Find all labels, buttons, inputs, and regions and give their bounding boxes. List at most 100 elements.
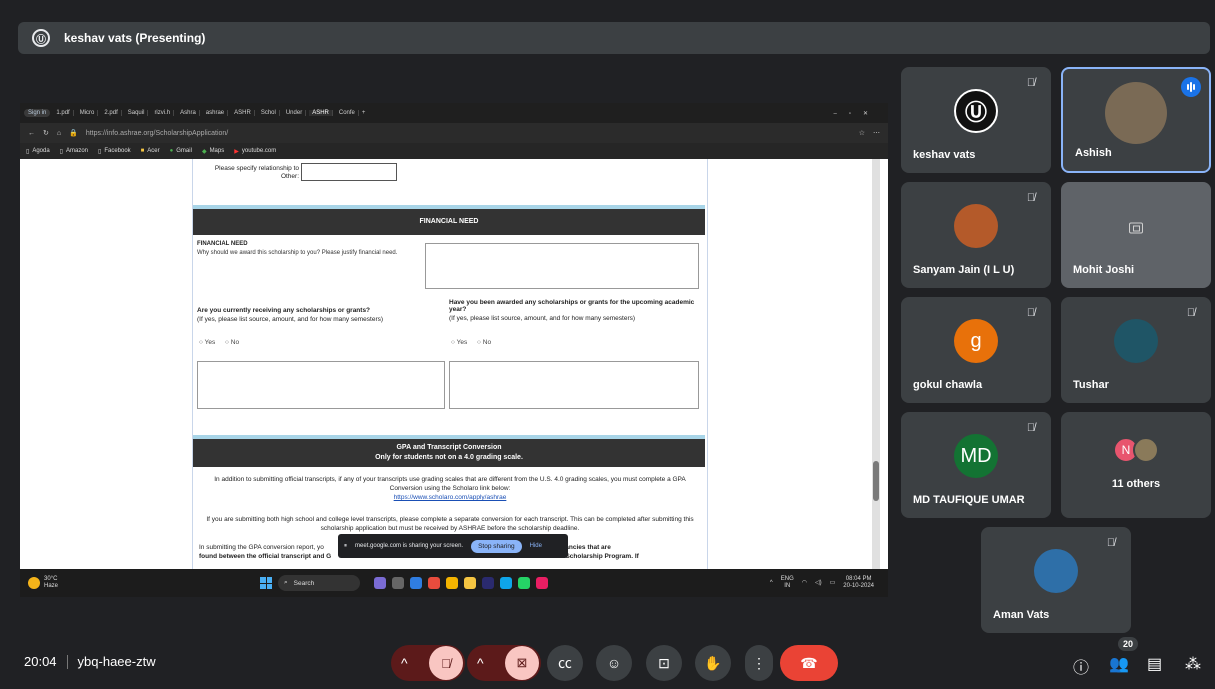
bookmark-item[interactable]: ◆ Maps bbox=[202, 148, 224, 155]
radio-yes[interactable]: ○ Yes bbox=[451, 339, 471, 346]
task-view-icon[interactable] bbox=[392, 577, 404, 589]
copilot-icon[interactable] bbox=[536, 577, 548, 589]
captions-button[interactable]: ㏄ bbox=[547, 645, 583, 681]
browser-tab[interactable]: Confe bbox=[336, 110, 359, 116]
camera-off-icon[interactable]: ⊠ bbox=[505, 646, 539, 680]
browser-tab[interactable]: rizvi.h bbox=[151, 110, 175, 116]
participant-avatar: Ⓤ bbox=[954, 89, 998, 133]
camera-control[interactable]: ^ ⊠ bbox=[467, 645, 541, 681]
presenter-label: keshav vats (Presenting) bbox=[64, 31, 206, 45]
new-tab-icon[interactable]: + bbox=[362, 110, 366, 116]
page-scrollbar[interactable] bbox=[872, 159, 880, 569]
bookmark-item[interactable]: ■ Acer bbox=[141, 148, 160, 154]
browser-tab[interactable]: ashrae bbox=[203, 110, 229, 116]
widgets-icon[interactable] bbox=[374, 577, 386, 589]
reactions-button[interactable]: ☺ bbox=[596, 645, 632, 681]
browser-tab[interactable]: Micro bbox=[77, 110, 99, 116]
browser-tab-bar: Sign in 1.pdf Micro 2.pdf Saquil rizvi.h… bbox=[20, 103, 888, 123]
leave-call-button[interactable]: ☎ bbox=[780, 645, 838, 681]
mic-control[interactable]: ^ 🎙̸ bbox=[391, 645, 465, 681]
teams-icon[interactable] bbox=[410, 577, 422, 589]
meeting-details-icon[interactable]: ⓘ bbox=[1073, 654, 1089, 678]
browser-tab-active[interactable]: ASHR bbox=[309, 110, 333, 116]
back-icon[interactable]: ← bbox=[28, 130, 35, 137]
present-button[interactable]: ⊡ bbox=[646, 645, 682, 681]
search-icon: ⌕ bbox=[284, 579, 288, 586]
browser-tab[interactable]: 1.pdf bbox=[53, 110, 74, 116]
reload-icon[interactable]: ↻ bbox=[43, 129, 49, 137]
browser-tab[interactable]: Ashra bbox=[177, 110, 200, 116]
bookmark-label: Facebook bbox=[104, 148, 131, 154]
url-field[interactable]: https://info.ashrae.org/ScholarshipAppli… bbox=[85, 129, 851, 137]
participant-name: gokul chawla bbox=[913, 379, 983, 391]
upcoming-scholarship-textarea[interactable] bbox=[449, 361, 699, 409]
activities-icon[interactable]: ⁂ bbox=[1185, 654, 1201, 674]
home-icon[interactable]: ⌂ bbox=[57, 130, 61, 137]
favorite-icon[interactable]: ☆ bbox=[859, 129, 865, 137]
chevron-up-icon[interactable]: ^ bbox=[401, 655, 408, 671]
radio-no[interactable]: ○ No bbox=[225, 339, 243, 346]
browser-tab[interactable]: ASHR bbox=[231, 110, 255, 116]
chevron-up-icon[interactable]: ^ bbox=[770, 580, 773, 587]
taskbar-search[interactable]: ⌕ Search bbox=[278, 575, 360, 591]
bookmark-item[interactable]: ▶ youtube.com bbox=[234, 148, 276, 155]
bookmark-item[interactable]: ▯ Facebook bbox=[98, 148, 131, 155]
maps-icon: ◆ bbox=[201, 148, 207, 155]
chrome-icon[interactable] bbox=[446, 577, 458, 589]
bookmark-item[interactable]: ● Gmail bbox=[170, 148, 192, 154]
browser-tab[interactable]: Schol bbox=[258, 110, 280, 116]
participant-tile[interactable]: Mohit Joshi bbox=[1061, 182, 1211, 288]
photos-icon[interactable] bbox=[428, 577, 440, 589]
current-scholarship-textarea[interactable] bbox=[197, 361, 445, 409]
others-tile[interactable]: N 11 others bbox=[1061, 412, 1211, 518]
language-indicator[interactable]: ENG IN bbox=[781, 576, 794, 590]
participant-tile[interactable]: 🎙̸ MD MD TAUFIQUE UMAR bbox=[901, 412, 1051, 518]
radio-no[interactable]: ○ No bbox=[477, 339, 495, 346]
weather-widget[interactable]: 30°C Haze bbox=[20, 576, 260, 590]
browser-signin-button[interactable]: Sign in bbox=[24, 109, 51, 117]
relationship-input[interactable] bbox=[301, 163, 397, 181]
chat-icon[interactable]: ▤ bbox=[1147, 654, 1162, 674]
mic-muted-icon: 🎙̸ bbox=[1186, 307, 1196, 319]
scholaro-link[interactable]: https://www.scholaro.com/apply/ashrae bbox=[394, 494, 507, 501]
participant-tile[interactable]: 🎙̸ Tushar bbox=[1061, 297, 1211, 403]
volume-icon[interactable]: ◁) bbox=[815, 580, 822, 587]
premiere-icon[interactable] bbox=[482, 577, 494, 589]
page-scrollbar-thumb[interactable] bbox=[873, 461, 879, 501]
hide-notice-button[interactable]: Hide bbox=[530, 543, 542, 549]
raise-hand-button[interactable]: ✋ bbox=[695, 645, 731, 681]
mic-off-icon[interactable]: 🎙̸ bbox=[429, 646, 463, 680]
participant-tile-active[interactable]: Ashish bbox=[1061, 67, 1211, 173]
edge-icon[interactable] bbox=[500, 577, 512, 589]
hand-icon: ✋ bbox=[704, 654, 722, 671]
window-controls-icon[interactable]: –▫✕ bbox=[834, 110, 889, 117]
wifi-icon[interactable]: ◠ bbox=[802, 580, 807, 587]
participant-tile[interactable]: 🎙̸ Aman Vats bbox=[981, 527, 1131, 633]
taskbar-clock[interactable]: 08:04 PM 20-10-2024 bbox=[843, 576, 874, 590]
participant-tile[interactable]: 🎙̸ Ⓤ keshav vats bbox=[901, 67, 1051, 173]
radio-yes[interactable]: ○ Yes bbox=[199, 339, 219, 346]
browser-tab[interactable]: Saquil bbox=[125, 110, 149, 116]
bookmark-label: Maps bbox=[209, 148, 225, 154]
chevron-up-icon[interactable]: ^ bbox=[477, 655, 484, 671]
extensions-icon[interactable]: ⋯ bbox=[873, 129, 880, 137]
financial-need-textarea[interactable] bbox=[425, 243, 699, 289]
stop-sharing-button[interactable]: Stop sharing bbox=[471, 539, 522, 553]
bookmark-item[interactable]: ▯ Amazon bbox=[60, 148, 88, 155]
more-options-button[interactable]: ⋮ bbox=[745, 645, 773, 681]
bookmark-item[interactable]: ▯ Agoda bbox=[26, 148, 50, 155]
participant-tile[interactable]: 🎙̸ g gokul chawla bbox=[901, 297, 1051, 403]
others-label: 11 others bbox=[1111, 478, 1161, 490]
participant-avatar: g bbox=[954, 319, 998, 363]
browser-tab[interactable]: 2.pdf bbox=[101, 110, 122, 116]
windows-start-icon[interactable] bbox=[260, 577, 272, 589]
people-icon[interactable]: 👥 bbox=[1109, 654, 1129, 674]
whatsapp-icon[interactable] bbox=[518, 577, 530, 589]
browser-tab[interactable]: Under bbox=[283, 110, 307, 116]
speaking-indicator-icon bbox=[1181, 77, 1201, 97]
participant-tile[interactable]: 🎙̸ Sanyam Jain (I L U) bbox=[901, 182, 1051, 288]
mic-muted-icon: 🎙̸ bbox=[1026, 422, 1036, 434]
radio-label: No bbox=[482, 339, 492, 346]
battery-icon[interactable]: ▭ bbox=[830, 580, 836, 587]
file-explorer-icon[interactable] bbox=[464, 577, 476, 589]
